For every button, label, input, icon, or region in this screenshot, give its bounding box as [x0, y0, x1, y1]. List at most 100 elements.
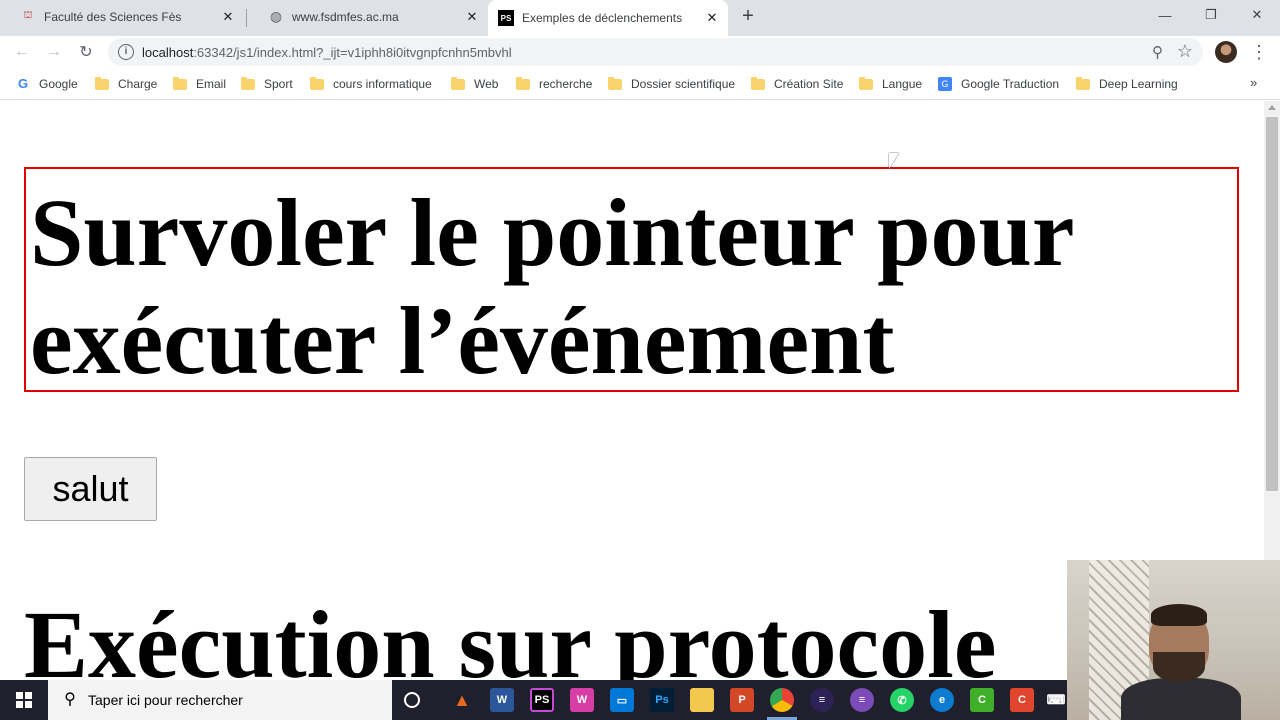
tab-exemples[interactable]: PS Exemples de déclenchements ✕ — [488, 0, 728, 36]
bookmark-label: Charge — [118, 77, 158, 91]
tab-title: Exemples de déclenchements — [522, 11, 683, 25]
address-bar[interactable]: i localhost:63342/js1/index.html?_ijt=v1… — [108, 38, 1203, 66]
tab-separator — [246, 9, 247, 27]
zoom-icon[interactable]: ⚲ — [1152, 43, 1163, 61]
bookmark-label: Sport — [264, 77, 293, 91]
bookmark-cours-informatique[interactable]: cours informatique — [310, 75, 432, 93]
close-icon[interactable]: ✕ — [704, 10, 720, 26]
new-tab-button[interactable]: + — [738, 6, 758, 26]
chrome-icon[interactable] — [770, 688, 794, 712]
reload-button[interactable]: ↻ — [74, 40, 98, 64]
search-icon: ⚲ — [64, 691, 76, 708]
bookmark-label: Langue — [882, 77, 923, 91]
window-icon[interactable]: ▭ — [610, 688, 634, 712]
tab-fsdmfes[interactable]: ◍ www.fsdmfes.ac.ma ✕ — [248, 0, 488, 33]
page-heading-execution: Exécution sur protocole — [24, 591, 997, 680]
bookmark-label: Dossier scientifique — [631, 77, 736, 91]
phpstorm-icon[interactable]: PS — [530, 688, 554, 712]
folder-icon — [310, 76, 324, 90]
bookmark-google[interactable]: G Google — [16, 75, 78, 93]
windows-logo-icon — [16, 692, 32, 708]
bookmark-label: Web — [474, 77, 499, 91]
bookmark-label: recherche — [539, 77, 593, 91]
bookmark-langue[interactable]: Langue — [859, 75, 922, 93]
tab-title: www.fsdmfes.ac.ma — [292, 9, 399, 24]
back-button[interactable]: ← — [10, 40, 34, 64]
globe-icon: ◍ — [269, 8, 283, 24]
minimize-button[interactable]: — — [1142, 0, 1188, 30]
word-icon[interactable]: W — [490, 688, 514, 712]
bookmark-creation-site[interactable]: Création Site — [751, 75, 843, 93]
edge-icon[interactable]: e — [930, 688, 954, 712]
camtasia-green-icon[interactable]: C — [970, 688, 994, 712]
star-icon[interactable]: ☆ — [1177, 41, 1193, 62]
folder-icon — [608, 76, 622, 90]
eclipse-purple-icon[interactable]: ≡ — [850, 688, 874, 712]
university-icon: ⛫ — [23, 10, 33, 21]
eclipse-icon[interactable]: ≡ — [810, 688, 834, 712]
mouse-cursor-icon — [889, 153, 899, 169]
tab-title: Faculté des Sciences Fès — [44, 9, 182, 24]
windows-taskbar: ⚲ Taper ici pour rechercher ▲ W PS W ▭ P… — [0, 680, 1067, 720]
webcam-overlay — [1067, 560, 1280, 720]
photoshop-icon[interactable]: Ps — [650, 688, 674, 712]
folder-icon — [859, 76, 873, 90]
folder-icon — [451, 76, 465, 90]
keyboard-icon[interactable]: ⌨ — [1044, 688, 1068, 712]
webcam-presenter-hair — [1151, 604, 1207, 626]
url-host: localhost — [142, 45, 194, 60]
webstorm-icon[interactable]: W — [570, 688, 594, 712]
avatar[interactable] — [1215, 41, 1237, 63]
taskbar-search[interactable]: ⚲ Taper ici pour rechercher — [48, 680, 392, 720]
chevron-right-icon[interactable]: » — [1250, 75, 1257, 90]
tab-faculte[interactable]: ⛫ Faculté des Sciences Fès ✕ — [0, 0, 244, 33]
taskbar-search-placeholder: Taper ici pour rechercher — [88, 692, 243, 708]
folder-icon — [1076, 76, 1090, 90]
salut-button[interactable]: salut — [24, 457, 157, 521]
tab-strip: ⛫ Faculté des Sciences Fès ✕ ◍ www.fsdmf… — [0, 0, 1280, 36]
bookmark-charge[interactable]: Charge — [95, 75, 157, 93]
url-text[interactable]: localhost:63342/js1/index.html?_ijt=v1ip… — [142, 45, 512, 60]
scrollbar-thumb[interactable] — [1266, 117, 1278, 491]
restore-button[interactable]: ❐ — [1188, 0, 1234, 30]
hover-target-box[interactable]: Survoler le pointeur pour exécuter l’évé… — [24, 167, 1239, 394]
powerpoint-icon[interactable]: P — [730, 688, 754, 712]
camtasia-red-icon[interactable]: C — [1010, 688, 1034, 712]
folder-icon — [95, 76, 109, 90]
bookmark-label: cours informatique — [333, 77, 432, 91]
menu-icon[interactable]: ⋮ — [1250, 40, 1268, 64]
bookmark-email[interactable]: Email — [173, 75, 226, 93]
close-icon[interactable]: ✕ — [464, 9, 480, 25]
cortana-icon[interactable] — [404, 692, 420, 708]
bookmark-recherche[interactable]: recherche — [516, 75, 592, 93]
folder-icon — [751, 76, 765, 90]
close-window-button[interactable]: ✕ — [1234, 0, 1280, 30]
bookmark-dossier-scientifique[interactable]: Dossier scientifique — [608, 75, 735, 93]
google-icon: G — [17, 76, 29, 91]
bookmark-label: Google Traduction — [961, 77, 1060, 91]
start-button[interactable] — [0, 680, 48, 720]
bookmark-deep-learning[interactable]: Deep Learning — [1076, 75, 1178, 93]
bookmark-google-traduction[interactable]: G Google Traduction — [938, 75, 1059, 93]
bookmark-sport[interactable]: Sport — [241, 75, 293, 93]
bookmark-web[interactable]: Web — [451, 75, 498, 93]
bookmark-label: Email — [196, 77, 227, 91]
bookmarks-bar: G Google Charge Email Sport cours informa… — [0, 68, 1280, 100]
hover-heading: Survoler le pointeur pour exécuter l’évé… — [30, 179, 1073, 394]
folder-icon — [173, 76, 187, 90]
webcam-presenter-beard — [1153, 652, 1205, 682]
file-explorer-icon[interactable] — [690, 688, 714, 712]
browser-toolbar: ← → ↻ i localhost:63342/js1/index.html?_… — [0, 36, 1280, 68]
close-icon[interactable]: ✕ — [220, 9, 236, 25]
google-translate-icon: G — [938, 77, 952, 91]
webcam-presenter-body — [1121, 678, 1241, 720]
matlab-icon[interactable]: ▲ — [450, 688, 474, 712]
info-icon[interactable]: i — [118, 44, 134, 60]
url-path: :63342/js1/index.html?_ijt=v1iphh8i0itvg… — [193, 45, 512, 60]
forward-button[interactable]: → — [42, 40, 66, 64]
scroll-up-arrow-icon[interactable] — [1268, 105, 1276, 110]
whatsapp-icon[interactable]: ✆ — [890, 688, 914, 712]
bookmark-label: Création Site — [774, 77, 844, 91]
folder-icon — [516, 76, 530, 90]
bookmark-label: Deep Learning — [1099, 77, 1178, 91]
